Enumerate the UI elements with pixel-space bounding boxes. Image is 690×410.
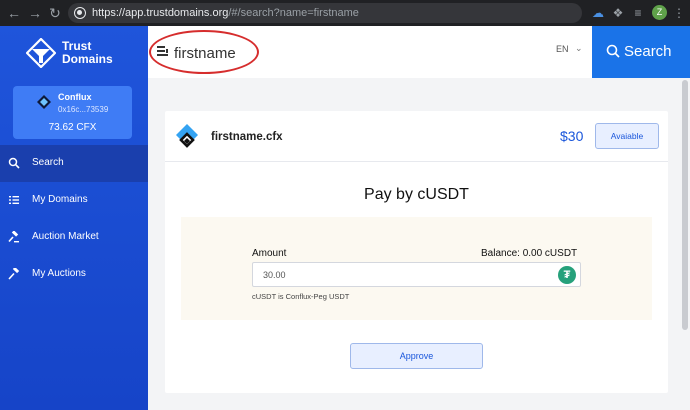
usdt-token-icon: ₮ bbox=[558, 266, 576, 284]
cfx-logo-icon bbox=[176, 124, 198, 148]
domain-result-card: firstname.cfx $30 Avaiable Pay by cUSDT … bbox=[165, 111, 668, 393]
hammer-icon bbox=[8, 268, 20, 280]
forward-icon[interactable]: → bbox=[27, 4, 43, 22]
sidebar-item-label: Auction Market bbox=[32, 231, 99, 242]
language-selector[interactable]: EN bbox=[556, 44, 569, 54]
trust-domains-logo-icon bbox=[26, 38, 56, 68]
wallet-network-name: Conflux bbox=[58, 92, 92, 102]
browser-menu-icon[interactable]: ⋮ bbox=[672, 5, 686, 21]
conflux-icon bbox=[37, 95, 51, 109]
profile-avatar[interactable]: Z bbox=[652, 5, 667, 20]
annotation-highlight-circle bbox=[149, 30, 259, 74]
search-button-label: Search bbox=[624, 43, 672, 60]
domain-price: $30 bbox=[560, 128, 584, 144]
sidebar-item-auction-market[interactable]: Auction Market bbox=[0, 219, 148, 256]
browser-toolbar: ← → ↻ https://app.trustdomains.org/#/sea… bbox=[0, 0, 690, 26]
balance-label: Balance: 0.00 cUSDT bbox=[481, 248, 578, 259]
availability-button[interactable]: Avaiable bbox=[595, 123, 659, 149]
list-icon bbox=[9, 196, 19, 204]
token-hint: cUSDT is Conflux-Peg USDT bbox=[252, 292, 350, 301]
site-info-icon[interactable] bbox=[74, 7, 86, 19]
amount-input[interactable] bbox=[252, 262, 581, 287]
brand-line2: Domains bbox=[62, 52, 113, 66]
chevron-down-icon[interactable]: ⌄ bbox=[575, 43, 583, 54]
search-icon bbox=[8, 157, 20, 169]
search-button[interactable]: Search bbox=[592, 26, 690, 78]
amount-label: Amount bbox=[252, 248, 287, 259]
sidebar-menu: Search My Domains Auction Market My Auct… bbox=[0, 145, 148, 293]
brand-logo[interactable]: Trust Domains bbox=[26, 38, 136, 68]
domain-header: firstname.cfx $30 Avaiable bbox=[165, 111, 668, 162]
wallet-card[interactable]: Conflux 0x16c...73539 73.62 CFX bbox=[13, 86, 132, 139]
back-icon[interactable]: ← bbox=[6, 4, 22, 22]
top-header: EN ⌄ Search bbox=[148, 26, 690, 78]
wallet-address: 0x16c...73539 bbox=[58, 105, 109, 114]
extension-cloud-icon[interactable]: ☁ bbox=[591, 5, 605, 21]
sidebar-item-label: Search bbox=[32, 157, 64, 168]
sidebar-item-search[interactable]: Search bbox=[0, 145, 148, 182]
extensions-puzzle-icon[interactable]: ❖ bbox=[611, 5, 625, 21]
payment-form: Amount Balance: 0.00 cUSDT ₮ cUSDT is Co… bbox=[181, 217, 652, 320]
wallet-balance: 73.62 CFX bbox=[48, 122, 97, 133]
page-scrollbar[interactable] bbox=[682, 80, 688, 330]
url-text[interactable]: https://app.trustdomains.org/#/search?na… bbox=[92, 6, 359, 20]
search-icon bbox=[606, 44, 620, 58]
address-bar[interactable]: https://app.trustdomains.org/#/search?na… bbox=[68, 3, 582, 23]
sidebar-item-my-auctions[interactable]: My Auctions bbox=[0, 256, 148, 293]
approve-button[interactable]: Approve bbox=[350, 343, 483, 369]
payment-title: Pay by cUSDT bbox=[364, 186, 469, 203]
gavel-icon bbox=[8, 231, 19, 243]
domain-name: firstname.cfx bbox=[211, 131, 283, 143]
sidebar-item-my-domains[interactable]: My Domains bbox=[0, 182, 148, 219]
sidebar-item-label: My Domains bbox=[32, 194, 88, 205]
media-queue-icon[interactable]: ≡ bbox=[631, 5, 645, 21]
reload-icon[interactable]: ↻ bbox=[47, 4, 63, 22]
sidebar-item-label: My Auctions bbox=[32, 268, 86, 279]
sidebar: Trust Domains Conflux 0x16c...73539 73.6… bbox=[0, 26, 148, 410]
brand-name: Trust Domains bbox=[62, 40, 113, 66]
